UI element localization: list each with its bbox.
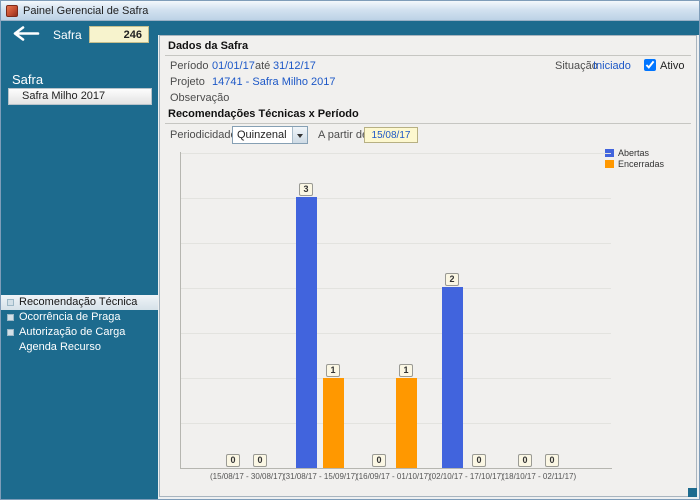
periodo-end-value[interactable]: 31/12/17 — [273, 60, 316, 72]
bar-value-label: 0 — [472, 454, 486, 467]
safra-id-input[interactable] — [89, 26, 149, 43]
bar-slot: 0 — [469, 152, 490, 468]
x-axis-line — [180, 468, 612, 469]
chart-legend: Abertas Encerradas — [605, 147, 664, 169]
bar-value-label: 1 — [326, 364, 340, 377]
category-label: (15/08/17 - 30/08/17) — [210, 472, 285, 481]
legend-entry: Encerradas — [605, 158, 664, 169]
category-label: (18/10/17 - 02/11/17) — [502, 472, 577, 481]
bar-slot: 0 — [250, 152, 271, 468]
bar-value-label: 0 — [253, 454, 267, 467]
projeto-label: Projeto — [170, 76, 205, 88]
bar-abertas — [441, 287, 463, 468]
main-panel: Dados da Safra Período 01/01/17 até 31/1… — [159, 35, 697, 497]
chevron-down-icon — [292, 127, 307, 143]
divider — [165, 55, 691, 56]
square-bullet-icon — [7, 299, 14, 306]
bar-group-1: 31 — [283, 152, 356, 468]
bar-encerradas — [395, 378, 417, 468]
projeto-value[interactable]: 14741 - Safra Milho 2017 — [212, 76, 336, 88]
bar-slot: 0 — [223, 152, 244, 468]
recomendacoes-section-title: Recomendações Técnicas x Período — [168, 108, 359, 120]
square-bullet-icon — [7, 314, 14, 321]
sidebar-item-label: Autorização de Carga — [19, 326, 126, 338]
sidebar-item-label: Agenda Recurso — [19, 341, 101, 353]
resize-grip[interactable] — [688, 488, 697, 497]
app-window: Painel Gerencial de Safra Safra Safra Mi… — [0, 0, 700, 500]
bar-value-label: 0 — [545, 454, 559, 467]
sidebar-safra-item[interactable]: Safra Milho 2017 — [8, 88, 152, 105]
situacao-label: Situação — [555, 60, 598, 72]
legend-label: Encerradas — [618, 158, 665, 169]
ate-label: até — [255, 60, 271, 72]
sidebar-item-2[interactable]: Autorização de Carga — [1, 325, 158, 340]
ativo-label: Ativo — [660, 60, 685, 72]
bar-group-0: 00 — [210, 152, 283, 468]
periodicidade-label: Periodicidade — [170, 129, 237, 141]
bar-value-label: 3 — [299, 183, 313, 196]
window-title: Painel Gerencial de Safra — [23, 4, 149, 17]
periodicidade-selected-value: Quinzenal — [237, 129, 287, 141]
bar-group-3: 20 — [429, 152, 502, 468]
periodicidade-select[interactable]: Quinzenal — [232, 126, 308, 144]
bar-value-label: 0 — [226, 454, 240, 467]
sidebar-title: Safra — [12, 72, 44, 87]
bar-slot: 0 — [515, 152, 536, 468]
bar-value-label: 2 — [445, 273, 459, 286]
situacao-value[interactable]: Iniciado — [593, 60, 631, 72]
bar-groups: 0031012000 — [180, 152, 611, 468]
bar-group-4: 00 — [502, 152, 575, 468]
square-bullet-icon — [7, 329, 14, 336]
bar-encerradas — [322, 378, 344, 468]
bar-chart: Abertas Encerradas 0031012000 (15/08/17 -… — [168, 146, 692, 498]
a-partir-de-input[interactable] — [364, 127, 418, 143]
ativo-checkbox[interactable] — [644, 59, 656, 71]
bar-value-label: 0 — [372, 454, 386, 467]
dados-section-title: Dados da Safra — [168, 40, 249, 52]
sidebar-item-label: Recomendação Técnica — [19, 296, 138, 308]
observacao-label: Observação — [170, 92, 230, 104]
bar-slot: 3 — [295, 152, 317, 468]
bar-value-label: 0 — [518, 454, 532, 467]
bar-value-label: 1 — [399, 364, 413, 377]
sidebar-item-label: Ocorrência de Praga — [19, 311, 121, 323]
bar-abertas — [295, 197, 317, 468]
bar-slot: 2 — [441, 152, 463, 468]
category-label: (31/08/17 - 15/09/17) — [283, 472, 358, 481]
back-button[interactable] — [7, 24, 43, 45]
sidebar-item-0[interactable]: Recomendação Técnica — [1, 295, 158, 310]
a-partir-de-label: A partir de — [318, 129, 369, 141]
bar-group-2: 01 — [356, 152, 429, 468]
plot-area: 0031012000 — [180, 152, 611, 468]
bar-slot: 0 — [369, 152, 390, 468]
bar-slot: 0 — [542, 152, 563, 468]
sidebar-menu: Recomendação Técnica Ocorrência de Praga A… — [1, 295, 158, 355]
back-arrow-icon — [13, 25, 40, 41]
periodo-label: Período — [170, 60, 209, 72]
legend-label: Abertas — [618, 147, 650, 158]
legend-entry: Abertas — [605, 147, 664, 158]
category-label: (16/09/17 - 01/10/17) — [356, 472, 431, 481]
app-icon — [6, 4, 18, 17]
sidebar-item-3[interactable]: Agenda Recurso — [1, 340, 158, 355]
titlebar: Painel Gerencial de Safra — [1, 1, 699, 21]
category-label: (02/10/17 - 17/10/17) — [429, 472, 504, 481]
sidebar: Safra Safra Milho 2017 Recomendação Técn… — [1, 21, 158, 499]
bar-slot: 1 — [395, 152, 417, 468]
category-axis-labels: (15/08/17 - 30/08/17) (31/08/17 - 15/09/1… — [210, 472, 610, 481]
bar-slot: 1 — [322, 152, 344, 468]
divider — [165, 123, 691, 124]
sidebar-item-1[interactable]: Ocorrência de Praga — [1, 310, 158, 325]
periodo-start-value[interactable]: 01/01/17 — [212, 60, 255, 72]
toolbar-safra-label: Safra — [53, 28, 82, 42]
